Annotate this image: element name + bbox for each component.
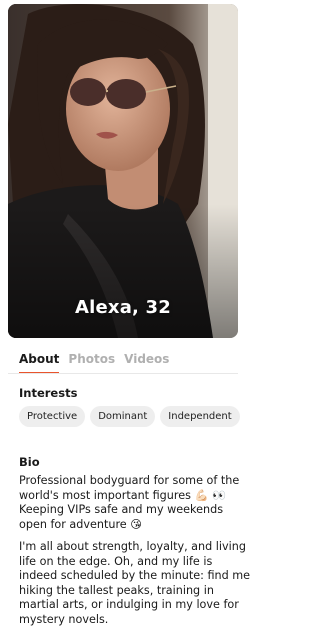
tab-about[interactable]: About: [19, 352, 60, 374]
profile-tabs: About Photos Videos: [19, 352, 169, 374]
tab-videos[interactable]: Videos: [124, 352, 169, 374]
profile-photo-image: [8, 4, 238, 338]
bio-paragraph-2: I'm all about strength, loyalty, and liv…: [19, 540, 251, 627]
tab-photos[interactable]: Photos: [68, 352, 115, 374]
tabs-divider: [8, 373, 238, 374]
bio-text: I'm all about strength, loyalty, and liv…: [19, 540, 251, 626]
bio-text: Professional bodyguard for some of the w…: [19, 474, 240, 531]
interest-chip: Dominant: [90, 406, 156, 427]
interest-chip: Independent: [160, 406, 240, 427]
bio-heading: Bio: [19, 455, 40, 469]
bio-paragraph-1: Professional bodyguard for some of the w…: [19, 474, 251, 532]
interests-list: Protective Dominant Independent: [19, 406, 240, 427]
profile-photo[interactable]: Alexa, 32: [8, 4, 238, 338]
interest-chip: Protective: [19, 406, 86, 427]
interests-heading: Interests: [19, 386, 78, 400]
profile-name-age: Alexa, 32: [74, 297, 172, 318]
